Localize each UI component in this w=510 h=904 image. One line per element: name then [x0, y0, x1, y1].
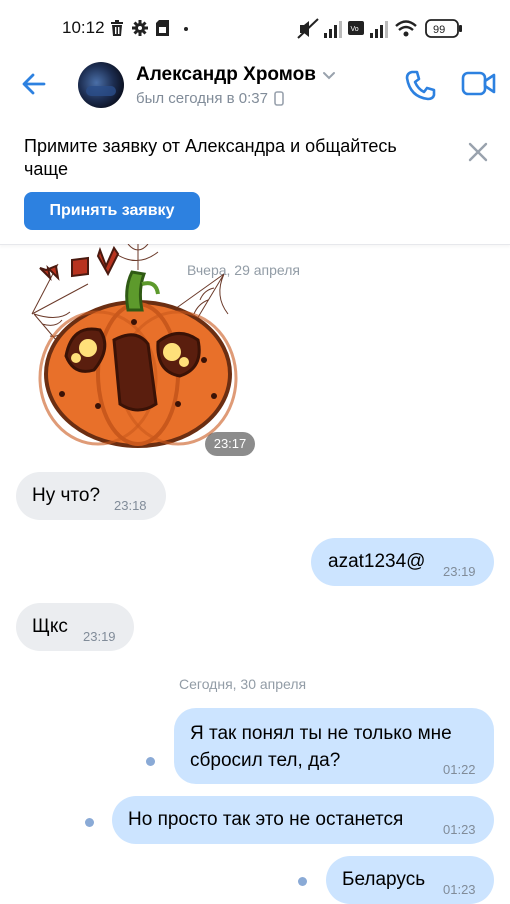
notification-dot-icon — [184, 27, 188, 31]
message-bubble-outgoing[interactable]: Беларусь 01:23 — [326, 856, 494, 904]
last-seen: был сегодня в 0:37 — [136, 90, 268, 107]
message-time: 23:19 — [443, 564, 476, 579]
chevron-down-icon[interactable] — [322, 71, 336, 81]
message-time: 01:23 — [443, 882, 476, 897]
unread-indicator-dot — [146, 757, 155, 766]
message-bubble-outgoing[interactable]: azat1234@ 23:19 — [311, 538, 494, 586]
date-separator-today: Сегодня, 30 апреля — [179, 676, 307, 692]
message-bubble-outgoing[interactable]: Но просто так это не останется 01:23 — [112, 796, 494, 844]
signal-icon — [324, 21, 342, 38]
accept-request-button[interactable]: Принять заявку — [24, 192, 200, 230]
message-bubble-incoming[interactable]: Ну что? 23:18 — [16, 472, 166, 520]
unread-indicator-dot — [85, 818, 94, 827]
sticker-time: 23:17 — [205, 432, 255, 456]
contact-name-row[interactable]: Александр Хромов — [136, 64, 336, 86]
message-text: azat1234@ — [328, 551, 426, 572]
trash-icon — [111, 20, 123, 36]
gear-icon — [132, 20, 148, 36]
signal-2-icon — [370, 21, 388, 38]
friend-request-banner: Примите заявку от Александра и общайтесь… — [0, 122, 510, 245]
system-indicators: Vo 99 — [297, 18, 462, 39]
message-bubble-outgoing[interactable]: Я так понял ты не только мне сбросил тел… — [174, 708, 494, 784]
sim-card-icon — [156, 20, 169, 36]
arrow-left-icon[interactable] — [20, 70, 48, 98]
phone-icon[interactable] — [404, 68, 438, 102]
battery-level: 99 — [433, 24, 445, 36]
wifi-icon — [395, 20, 417, 31]
chat-header: Александр Хромов был сегодня в 0:37 — [0, 56, 510, 118]
message-time: 01:22 — [443, 762, 476, 777]
message-text: Щкс — [32, 616, 68, 637]
svg-text:Vo: Vo — [351, 26, 359, 33]
banner-text: Примите заявку от Александра и общайтесь… — [24, 136, 397, 179]
message-time: 23:18 — [114, 498, 147, 513]
status-bar: 10:12 Vo 99 — [0, 0, 510, 56]
unread-indicator-dot — [298, 877, 307, 886]
battery-icon: 99 — [425, 19, 462, 38]
mute-icon — [297, 18, 319, 39]
contact-name[interactable]: Александр Хромов — [136, 64, 316, 86]
close-icon[interactable] — [468, 142, 488, 162]
message-text: Но просто так это не останется — [128, 809, 404, 830]
pumpkin-sticker[interactable] — [28, 244, 248, 460]
last-seen-row: был сегодня в 0:37 — [136, 90, 284, 107]
mobile-device-icon — [274, 91, 284, 106]
avatar[interactable] — [78, 62, 124, 108]
message-text: Я так понял ты не только мне сбросил тел… — [190, 723, 452, 771]
message-time: 01:23 — [443, 822, 476, 837]
status-time: 10:12 — [62, 18, 105, 37]
message-text: Ну что? — [32, 485, 101, 506]
message-bubble-incoming[interactable]: Щкс 23:19 — [16, 603, 134, 651]
video-camera-icon[interactable] — [461, 70, 497, 98]
message-time: 23:19 — [83, 629, 116, 644]
message-text: Беларусь — [342, 869, 426, 890]
